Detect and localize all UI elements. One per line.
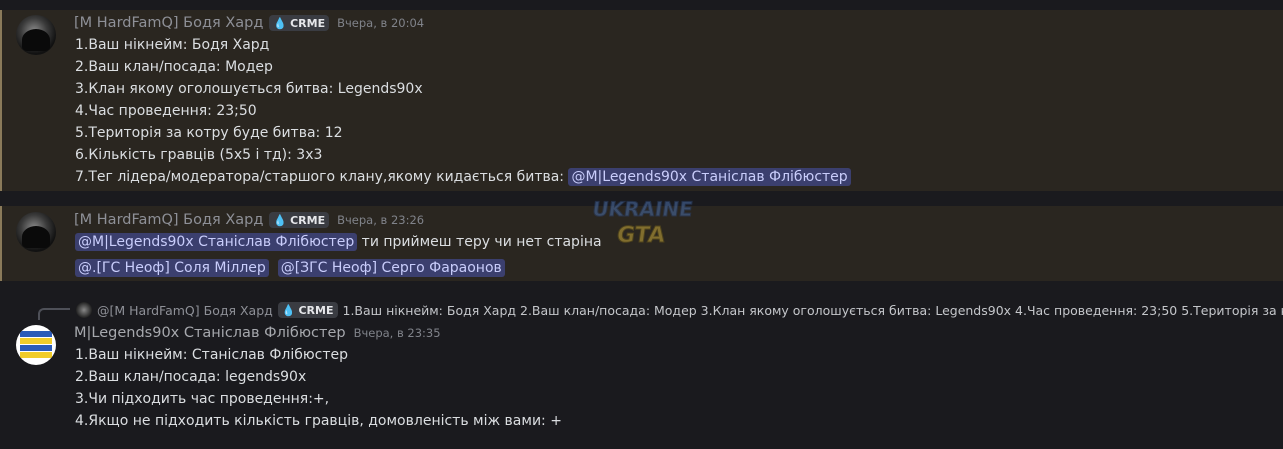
timestamp: Вчера, в 23:26 xyxy=(337,213,425,227)
message-line: 5.Територія за котру буде битва: 12 xyxy=(75,125,343,141)
message-header: [M HardFamQ] Бодя Хард 💧 CRME Вчера, в 20… xyxy=(74,15,424,31)
reply-author[interactable]: @[M HardFamQ] Бодя Хард xyxy=(97,303,273,318)
timestamp: Вчера, в 20:04 xyxy=(337,16,425,30)
reply-preview[interactable]: @[M HardFamQ] Бодя Хард 💧 CRME 1.Ваш нікн… xyxy=(76,302,1283,318)
user-mention[interactable]: @M|Legends90x Станіслав Флібюстер xyxy=(75,233,358,251)
droplet-icon: 💧 xyxy=(281,303,296,317)
droplet-icon: 💧 xyxy=(273,16,288,30)
author-name[interactable]: [M HardFamQ] Бодя Хард xyxy=(74,15,263,31)
svg-text:UKRAINE: UKRAINE xyxy=(591,197,695,221)
author-name[interactable]: [M HardFamQ] Бодя Хард xyxy=(74,212,263,228)
message-line: 1.Ваш нікнейм: Бодя Хард xyxy=(75,37,270,53)
message-text: ти приймеш теру чи нет старіна xyxy=(357,234,602,250)
user-mention[interactable]: @[ЗГС Неоф] Серго Фараонов xyxy=(277,259,505,277)
tag-label: CRME xyxy=(290,213,326,227)
user-mention[interactable]: @.[ГС Неоф] Соля Міллер xyxy=(75,259,269,277)
tag-label: CRME xyxy=(298,303,334,317)
message-line: 4.Час проведення: 23;50 xyxy=(75,103,257,119)
server-tag[interactable]: 💧 CRME xyxy=(269,15,330,31)
message-line: @.[ГС Неоф] Соля Міллер @[ЗГС Неоф] Серг… xyxy=(75,259,505,277)
message-header: [M HardFamQ] Бодя Хард 💧 CRME Вчера, в 23… xyxy=(74,212,424,228)
message-line: 7.Тег лідера/модератора/старшого клану,я… xyxy=(75,168,851,186)
message-line: 1.Ваш нікнейм: Станіслав Флібюстер xyxy=(75,347,349,363)
message-line: 6.Кількість гравців (5х5 і тд): 3х3 xyxy=(75,147,323,163)
message-header: M|Legends90x Станіслав Флібюстер Вчера, … xyxy=(74,325,441,341)
message-line: 4.Якщо не підходить кількість гравців, д… xyxy=(75,413,562,429)
author-avatar[interactable] xyxy=(16,212,56,252)
message-line: 2.Ваш клан/посада: Модер xyxy=(75,59,273,75)
message-line: 3.Клан якому оголошується битва: Legends… xyxy=(75,81,423,97)
reply-text: 1.Ваш нікнейм: Бодя Хард 2.Ваш клан/поса… xyxy=(342,302,1283,318)
server-tag[interactable]: 💧 CRME xyxy=(269,212,330,228)
user-mention[interactable]: @M|Legends90x Станіслав Флібюстер xyxy=(568,168,851,186)
author-avatar[interactable] xyxy=(16,15,56,55)
message-text: 7.Тег лідера/модератора/старшого клану,я… xyxy=(75,169,569,185)
message-line: 2.Ваш клан/посада: legends90x xyxy=(75,369,307,385)
droplet-icon: 💧 xyxy=(273,213,288,227)
svg-text:GTA: GTA xyxy=(615,222,667,248)
reply-avatar xyxy=(76,302,92,318)
message-line: @M|Legends90x Станіслав Флібюстер ти при… xyxy=(75,233,602,251)
server-tag[interactable]: 💧 CRME xyxy=(277,302,338,318)
timestamp: Вчера, в 23:35 xyxy=(353,326,441,340)
reply-connector xyxy=(38,308,70,320)
author-avatar[interactable] xyxy=(16,325,56,365)
tag-label: CRME xyxy=(290,16,326,30)
message-line: 3.Чи підходить час проведення:+, xyxy=(75,391,330,407)
author-name[interactable]: M|Legends90x Станіслав Флібюстер xyxy=(74,325,346,341)
ukraine-gta-logo: UKRAINE GTA xyxy=(590,197,695,249)
